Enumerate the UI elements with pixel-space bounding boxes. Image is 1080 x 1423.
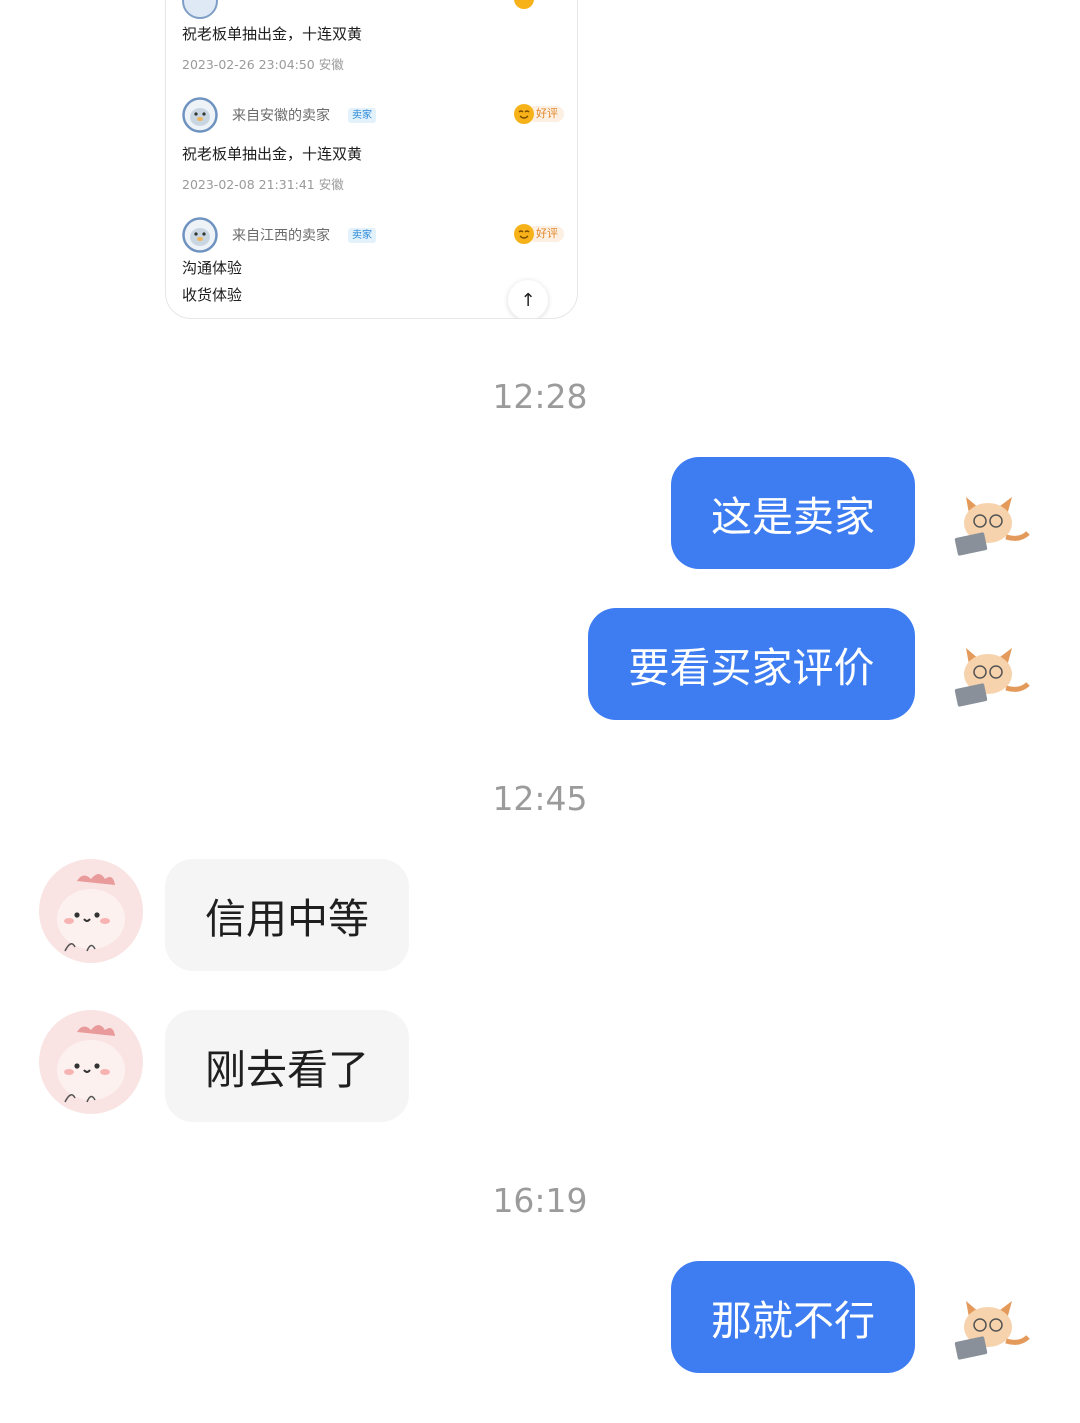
seller-tag: 卖家: [348, 228, 376, 243]
outgoing-message[interactable]: 要看买家评价: [588, 608, 915, 720]
scroll-top-button[interactable]: ↑: [508, 280, 548, 318]
outgoing-message[interactable]: 那就不行: [671, 1261, 915, 1373]
shared-review-card[interactable]: 祝老板单抽出金，十连双黄 2023-02-26 23:04:50 安徽 来自安徽…: [165, 0, 578, 319]
my-avatar[interactable]: [936, 1265, 1040, 1369]
reviewer-name: 来自安徽的卖家: [232, 108, 330, 124]
seller-tag: 卖家: [348, 108, 376, 123]
message-timestamp: 16:19: [492, 1181, 588, 1220]
incoming-message[interactable]: 刚去看了: [165, 1010, 409, 1122]
smile-emoji-icon: [514, 224, 534, 244]
contact-avatar[interactable]: [39, 859, 143, 963]
my-avatar[interactable]: [936, 461, 1040, 565]
review-line: 沟通体验: [182, 259, 243, 277]
outgoing-message[interactable]: 这是卖家: [671, 457, 915, 569]
reviewer-avatar: [182, 0, 218, 19]
badge-label: 好评: [532, 226, 564, 242]
good-review-badge: [514, 0, 534, 9]
my-avatar[interactable]: [936, 612, 1040, 716]
smile-emoji-icon: [514, 0, 534, 9]
message-timestamp: 12:45: [492, 779, 588, 818]
review-line: 收货体验: [182, 286, 243, 304]
review-date: 2023-02-26 23:04:50 安徽: [182, 57, 344, 72]
smile-emoji-icon: [514, 104, 534, 124]
review-date: 2023-02-08 21:31:41 安徽: [182, 177, 344, 192]
review-text: 祝老板单抽出金，十连双黄: [182, 25, 363, 43]
arrow-up-icon: ↑: [520, 289, 536, 311]
badge-label: 好评: [532, 106, 564, 122]
contact-avatar[interactable]: [39, 1010, 143, 1114]
good-review-badge: 好评: [514, 224, 564, 244]
reviewer-avatar: [182, 217, 218, 253]
reviewer-avatar: [182, 97, 218, 133]
reviewer-name: 来自江西的卖家: [232, 228, 330, 244]
review-text: 祝老板单抽出金，十连双黄: [182, 145, 363, 163]
message-timestamp: 12:28: [492, 377, 588, 416]
good-review-badge: 好评: [514, 104, 564, 124]
cat-avatar-icon: [954, 497, 1030, 556]
incoming-message[interactable]: 信用中等: [165, 859, 409, 971]
pink-creature-avatar-icon: [39, 859, 143, 963]
